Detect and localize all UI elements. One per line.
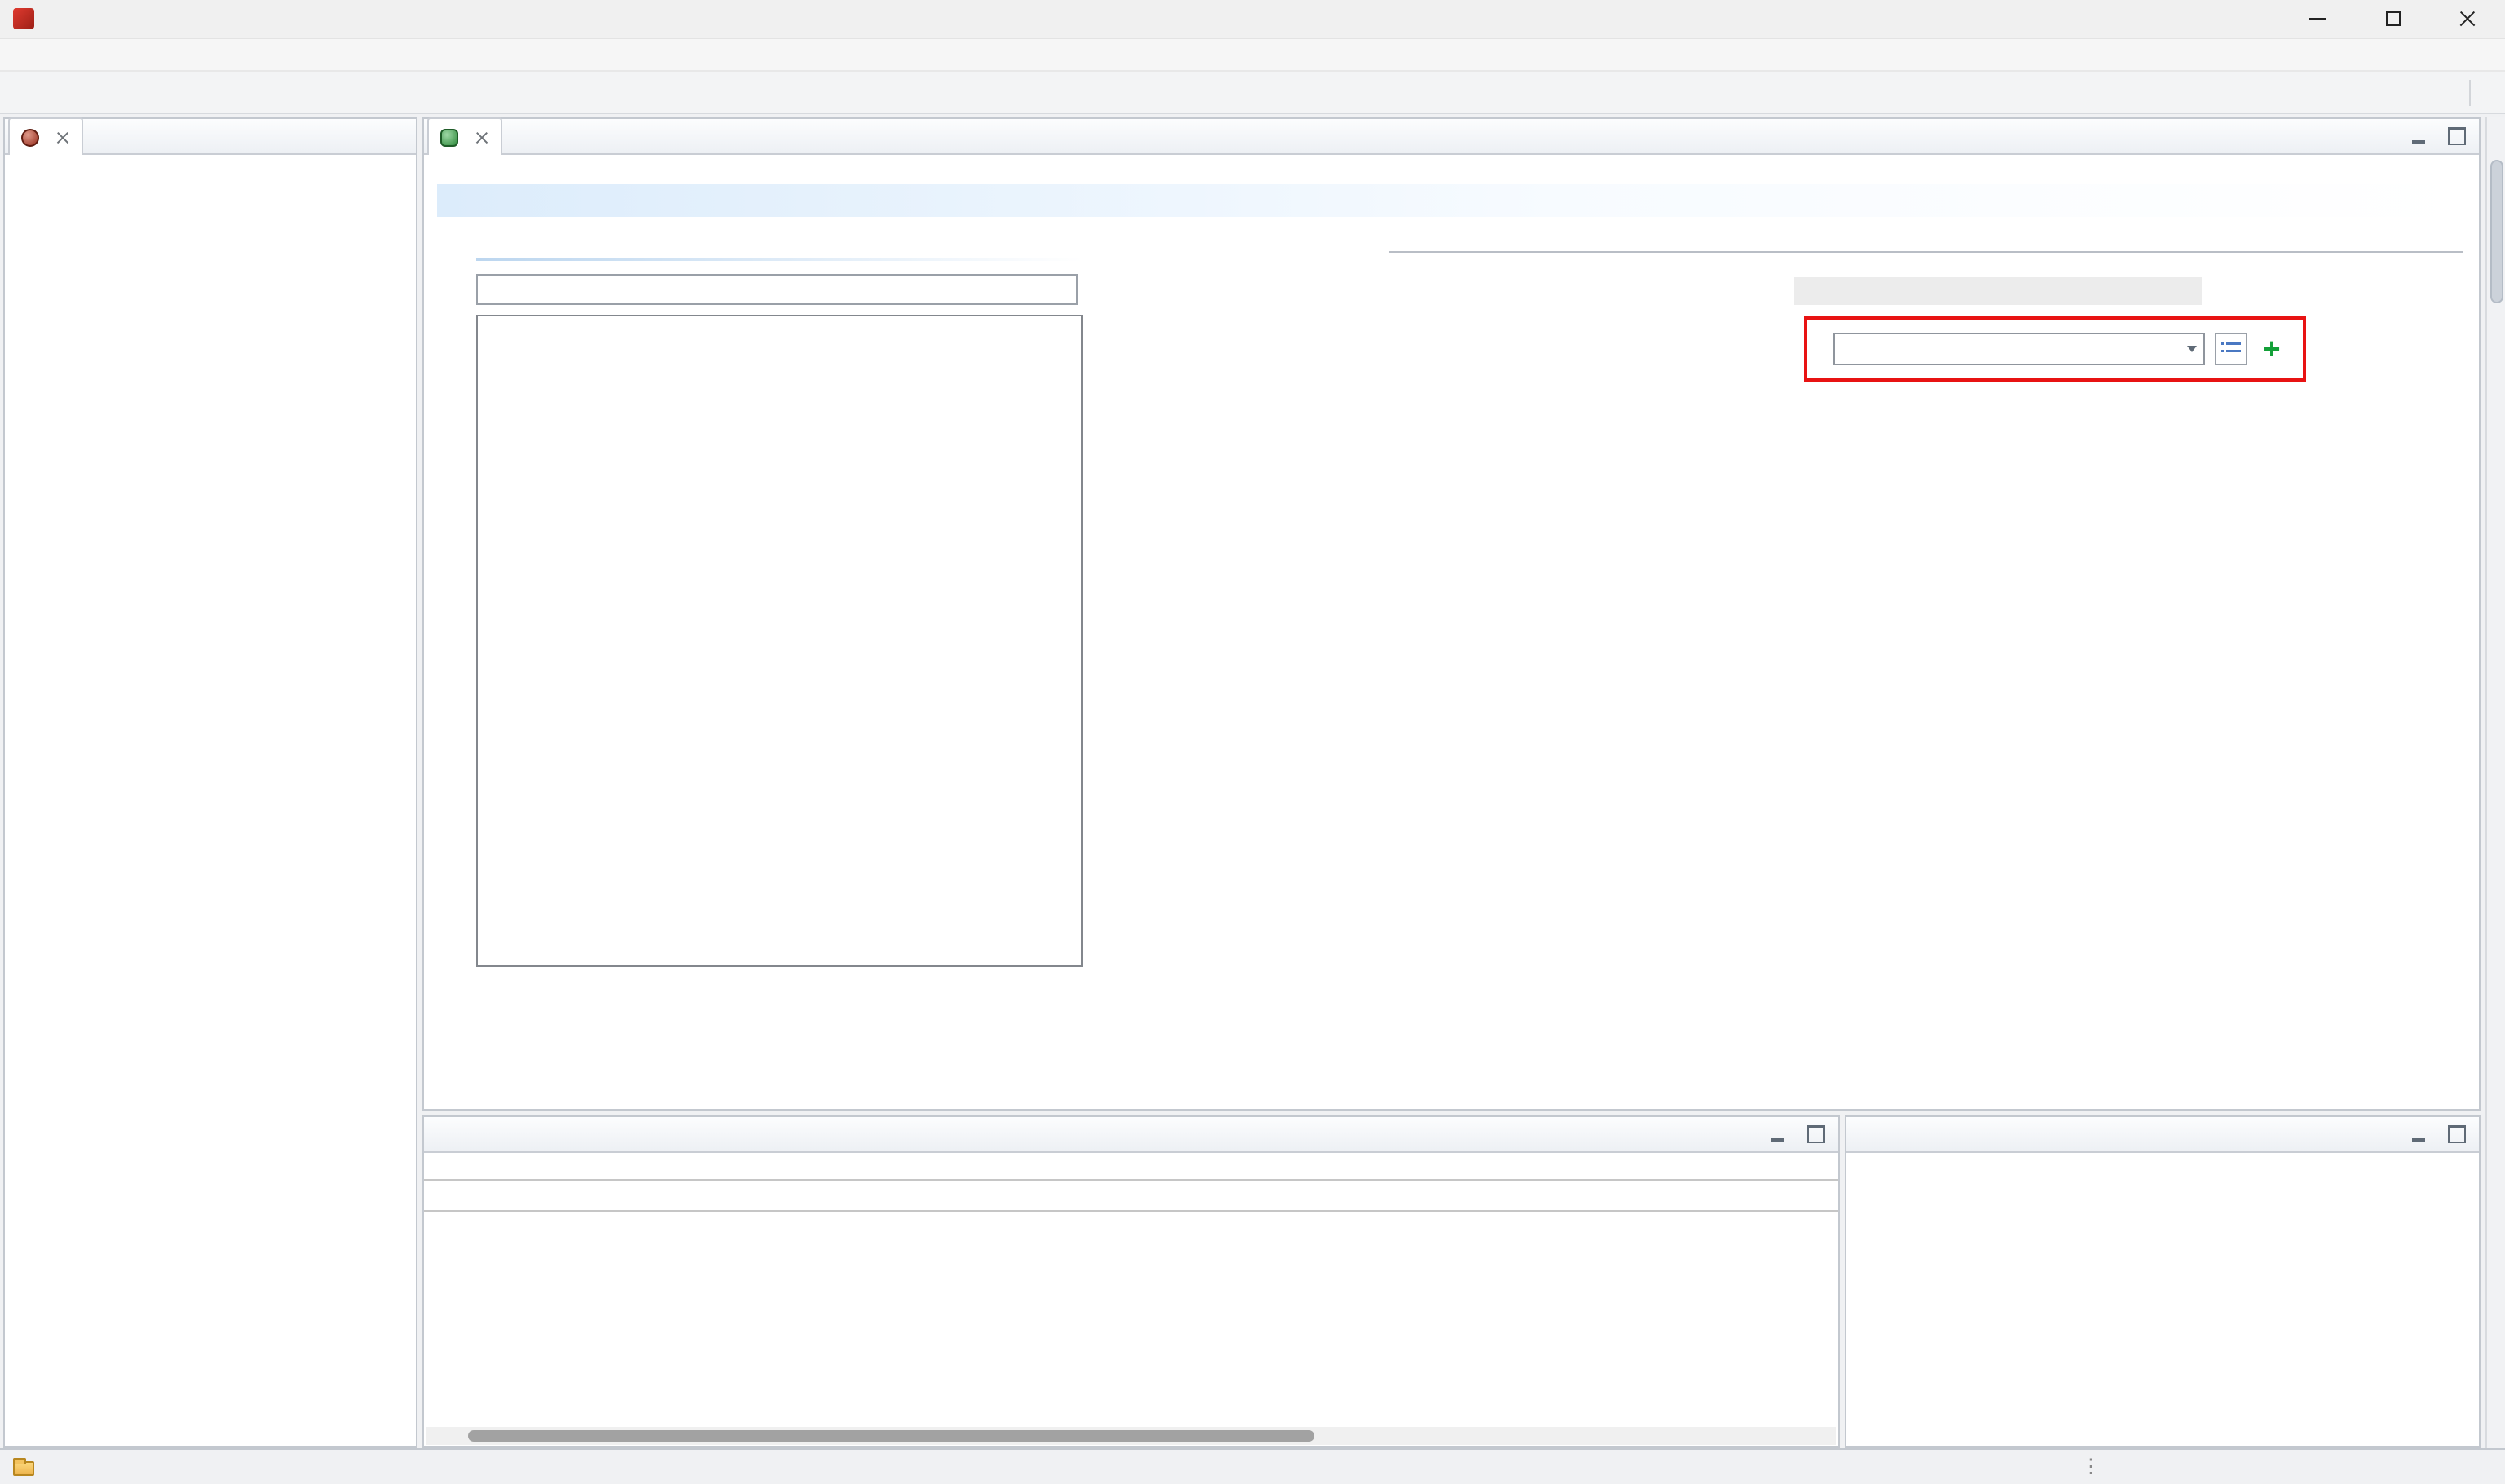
add-reference-button[interactable]: + <box>2257 338 2286 360</box>
maximize-icon[interactable] <box>1802 1121 1828 1147</box>
autosar-explorer-icon <box>21 128 39 146</box>
minimize-icon[interactable] <box>2406 1121 2432 1147</box>
right-column: + <box>422 117 2481 1448</box>
titlebar <box>0 0 2505 39</box>
buffersize-field <box>1794 277 2202 305</box>
toolbar-right <box>2448 79 2492 105</box>
explorer-tabstrip <box>5 119 416 155</box>
browse-list-button[interactable] <box>2215 333 2247 365</box>
maximize-icon <box>2385 11 2400 26</box>
vertical-scrollbar[interactable] <box>2485 117 2505 1448</box>
description-column-header[interactable] <box>424 1179 1838 1212</box>
maximize-icon[interactable] <box>2443 123 2469 149</box>
minimize-button[interactable] <box>2280 0 2355 38</box>
hierarchy-title <box>476 251 1083 258</box>
buffersize-row <box>1409 277 2202 305</box>
editor-tab-canif[interactable] <box>427 117 502 155</box>
horizontal-scrollbar[interactable] <box>426 1427 1836 1445</box>
close-tab-icon[interactable] <box>475 130 489 144</box>
bottom-row <box>422 1115 2481 1448</box>
filter-row <box>476 274 1083 305</box>
hierarchy-column <box>476 251 1083 1070</box>
detail-content <box>1846 1153 2479 1446</box>
scrollbar-thumb[interactable] <box>2490 160 2503 303</box>
explorer-panel-controls <box>406 119 416 153</box>
minimize-icon[interactable] <box>2406 123 2432 149</box>
tab-autosar-explorer[interactable] <box>8 117 83 155</box>
highlight-box: + <box>1804 316 2306 382</box>
container-tree-box <box>476 315 1083 967</box>
editor-body: + <box>424 155 2479 1109</box>
explorer-panel <box>3 117 418 1448</box>
editor-tabstrip <box>424 119 2479 155</box>
menubar <box>0 39 2505 72</box>
app-icon <box>13 8 34 29</box>
filter-input[interactable] <box>476 274 1078 305</box>
maximize-icon[interactable] <box>2443 1121 2469 1147</box>
bufferhthref-combo[interactable] <box>1833 333 2205 365</box>
editor-page-tabs <box>424 1070 2479 1109</box>
container-tree <box>478 316 1081 965</box>
detail-panel-controls <box>2406 1117 2479 1151</box>
section-rule <box>476 258 1083 261</box>
section-description <box>424 217 2479 225</box>
editor-columns: + <box>424 225 2479 1070</box>
element-actions <box>1083 251 1389 1070</box>
maximize-button[interactable] <box>2355 0 2430 38</box>
close-tab-icon[interactable] <box>55 130 70 144</box>
statusbar: ⋮ <box>0 1448 2505 1484</box>
workbench: + <box>0 114 2505 1448</box>
editor-panel: + <box>422 117 2481 1111</box>
validation-summary <box>424 1168 1838 1179</box>
detail-panel <box>1845 1115 2481 1448</box>
explorer-tree <box>5 155 416 1446</box>
window-controls <box>2280 0 2505 38</box>
detail-tabstrip <box>1846 1117 2479 1153</box>
toolbar-separator <box>2469 79 2471 105</box>
configure-filters-button[interactable] <box>1789 1153 1838 1168</box>
detail-column: + <box>1389 251 2463 1070</box>
scrollbar-thumb[interactable] <box>468 1430 1314 1442</box>
validation-tabstrip <box>424 1117 1838 1153</box>
minimize-icon <box>2309 18 2326 20</box>
close-icon <box>2458 9 2477 29</box>
validation-panel-controls <box>1765 1117 1838 1151</box>
statusbar-grip[interactable]: ⋮ <box>2081 1455 2101 1477</box>
editor-file-icon <box>440 128 458 146</box>
folder-icon <box>13 1461 34 1476</box>
validation-rows <box>424 1212 1838 1427</box>
toolbar <box>0 72 2505 114</box>
chevron-down-icon[interactable] <box>2187 346 2197 352</box>
validation-panel <box>422 1115 1840 1448</box>
editor-header <box>424 155 2479 178</box>
validation-body <box>424 1153 1838 1446</box>
section-title <box>437 184 2466 217</box>
editor-panel-controls <box>2406 119 2479 153</box>
application-window: + <box>0 0 2505 1484</box>
minimize-icon[interactable] <box>1765 1121 1791 1147</box>
close-button[interactable] <box>2430 0 2505 38</box>
